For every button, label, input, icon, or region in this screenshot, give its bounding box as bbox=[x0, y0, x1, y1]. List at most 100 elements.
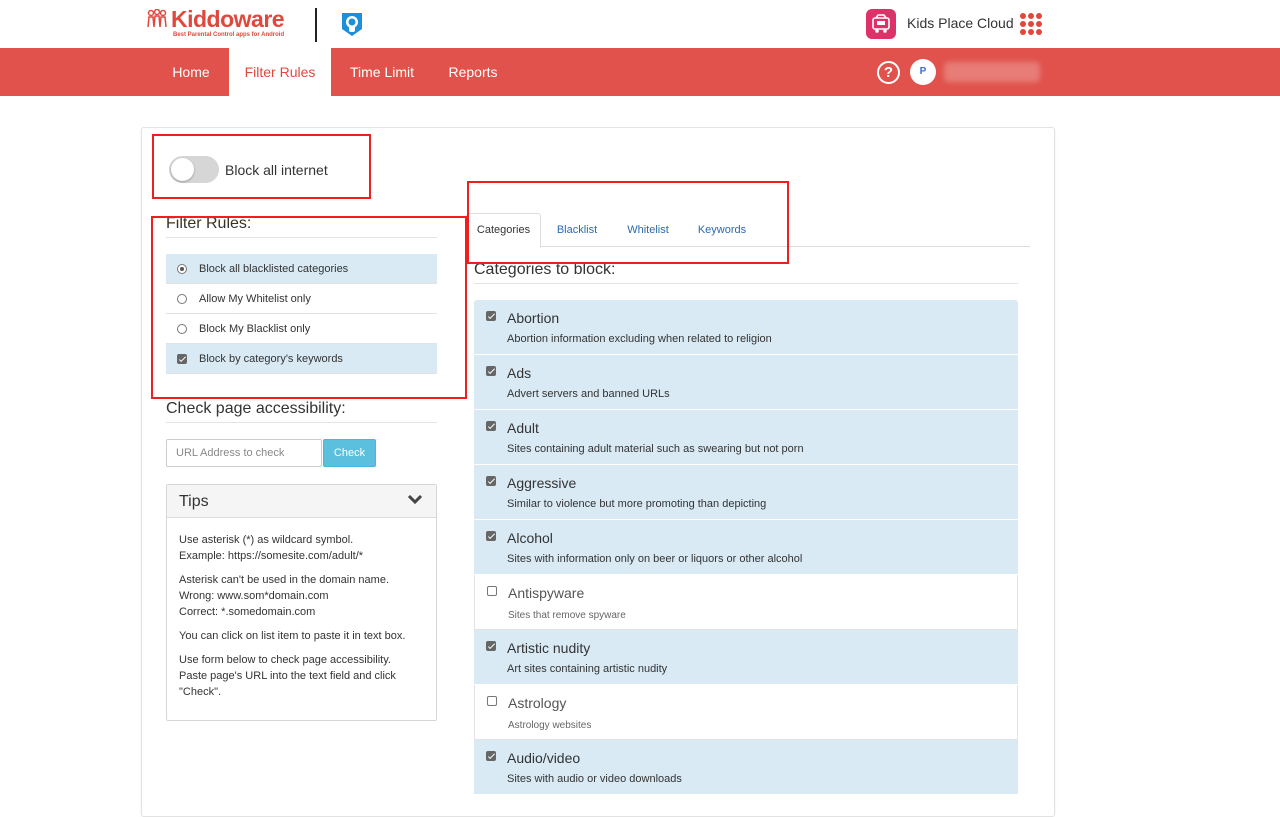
tips-panel: Tips Use asterisk (*) as wildcard symbol… bbox=[166, 484, 437, 721]
checkbox-checked[interactable] bbox=[177, 354, 187, 364]
rule-option-label: Block by category's keywords bbox=[199, 353, 343, 365]
tip-line: Use asterisk (*) as wildcard symbol. bbox=[179, 534, 354, 546]
url-check-input[interactable] bbox=[166, 439, 322, 467]
help-icon[interactable]: ? bbox=[877, 61, 900, 84]
category-description: Sites that remove spyware bbox=[508, 610, 626, 621]
brand-name: Kiddoware bbox=[171, 6, 285, 32]
category-artistic-nudity[interactable]: Artistic nudity Art sites containing art… bbox=[474, 630, 1018, 685]
category-antispyware[interactable]: Antispyware Sites that remove spyware bbox=[474, 575, 1018, 630]
category-name: Adult bbox=[507, 420, 539, 436]
user-name-redacted[interactable] bbox=[944, 62, 1040, 82]
category-description: Advert servers and banned URLs bbox=[507, 388, 670, 400]
nav-item-home[interactable]: Home bbox=[155, 48, 227, 96]
tips-body: Use asterisk (*) as wildcard symbol. Exa… bbox=[179, 532, 429, 708]
radio-selected[interactable] bbox=[177, 264, 187, 274]
tip-line: Paste page's URL into the text field and… bbox=[179, 670, 396, 682]
category-audio-video[interactable]: Audio/video Sites with audio or video do… bbox=[474, 740, 1018, 795]
checkbox-checked[interactable] bbox=[486, 366, 496, 376]
toggle-knob bbox=[171, 158, 194, 181]
accessibility-title: Check page accessibility: bbox=[166, 400, 346, 417]
rule-option-label: Allow My Whitelist only bbox=[199, 293, 311, 305]
checkbox-checked[interactable] bbox=[486, 641, 496, 651]
brand-tagline: Best Parental Control apps for Android bbox=[173, 32, 285, 38]
category-name: Ads bbox=[507, 365, 532, 381]
checkbox-checked[interactable] bbox=[486, 751, 496, 761]
tip-line: Wrong: www.som*domain.com bbox=[179, 590, 329, 602]
category-alcohol[interactable]: Alcohol Sites with information only on b… bbox=[474, 520, 1018, 575]
nav-item-time-limit[interactable]: Time Limit bbox=[336, 48, 428, 96]
category-description: Art sites containing artistic nudity bbox=[507, 663, 668, 675]
tip-line: You can click on list item to paste it i… bbox=[179, 630, 406, 642]
category-name: Aggressive bbox=[507, 475, 577, 491]
category-name: Astrology bbox=[508, 695, 567, 711]
checkbox-unchecked[interactable] bbox=[487, 696, 497, 706]
filter-rules-divider bbox=[166, 237, 437, 238]
category-description: Sites with information only on beer or l… bbox=[507, 553, 803, 565]
rule-option-label: Block all blacklisted categories bbox=[199, 263, 349, 275]
tip-paragraph: You can click on list item to paste it i… bbox=[179, 628, 429, 644]
check-button[interactable]: Check bbox=[323, 439, 376, 467]
tip-paragraph: Use asterisk (*) as wildcard symbol. Exa… bbox=[179, 532, 429, 564]
category-name: Antispyware bbox=[508, 585, 585, 601]
tips-header[interactable]: Tips bbox=[167, 485, 436, 518]
tab-whitelist[interactable]: Whitelist bbox=[617, 213, 679, 247]
categories-divider bbox=[474, 283, 1018, 284]
accessibility-divider bbox=[166, 422, 437, 423]
rule-option-block-blacklisted[interactable]: Block all blacklisted categories bbox=[166, 254, 437, 284]
category-name: Audio/video bbox=[507, 750, 581, 766]
block-internet-toggle[interactable] bbox=[169, 156, 219, 183]
kiddoware-logo[interactable]: Kiddoware Best Parental Control apps for… bbox=[146, 6, 296, 42]
category-name: Abortion bbox=[507, 310, 560, 326]
tab-categories[interactable]: Categories bbox=[466, 213, 541, 248]
filter-rules-title: Filter Rules: bbox=[166, 215, 252, 232]
category-description: Astrology websites bbox=[508, 720, 592, 731]
rule-option-block-blacklist[interactable]: Block My Blacklist only bbox=[166, 314, 437, 344]
kids-place-cloud-icon[interactable] bbox=[866, 9, 896, 39]
checkbox-checked[interactable] bbox=[486, 476, 496, 486]
category-aggressive[interactable]: Aggressive Similar to violence but more … bbox=[474, 465, 1018, 520]
radio-unselected[interactable] bbox=[177, 294, 187, 304]
category-description: Similar to violence but more promoting t… bbox=[507, 498, 767, 510]
tip-line: Asterisk can't be used in the domain nam… bbox=[179, 574, 389, 586]
checkbox-unchecked[interactable] bbox=[487, 586, 497, 596]
category-name: Alcohol bbox=[507, 530, 553, 546]
rule-option-block-keywords[interactable]: Block by category's keywords bbox=[166, 344, 437, 374]
tip-line: Correct: *.somedomain.com bbox=[179, 606, 316, 618]
radio-unselected[interactable] bbox=[177, 324, 187, 334]
category-ads[interactable]: Ads Advert servers and banned URLs bbox=[474, 355, 1018, 410]
filter-rules-list: Block all blacklisted categories Allow M… bbox=[166, 254, 437, 374]
kids-place-app-icon[interactable] bbox=[337, 9, 367, 39]
nav-item-filter-rules[interactable]: Filter Rules bbox=[229, 48, 331, 96]
block-internet-label: Block all internet bbox=[225, 162, 328, 178]
top-bar: Kiddoware Best Parental Control apps for… bbox=[0, 0, 1280, 48]
logo-divider bbox=[315, 8, 317, 42]
category-astrology[interactable]: Astrology Astrology websites bbox=[474, 685, 1018, 740]
nav-item-reports[interactable]: Reports bbox=[437, 48, 509, 96]
categories-list: Abortion Abortion information excluding … bbox=[474, 300, 1018, 795]
tab-blacklist[interactable]: Blacklist bbox=[546, 213, 608, 247]
category-adult[interactable]: Adult Sites containing adult material su… bbox=[474, 410, 1018, 465]
tip-paragraph: Use form below to check page accessibili… bbox=[179, 652, 429, 700]
family-icon bbox=[147, 9, 167, 28]
category-description: Abortion information excluding when rela… bbox=[507, 333, 772, 345]
filter-tabs: Categories Blacklist Whitelist Keywords bbox=[466, 213, 1030, 248]
apps-grid-icon[interactable] bbox=[1020, 13, 1042, 35]
checkbox-checked[interactable] bbox=[486, 531, 496, 541]
category-name: Artistic nudity bbox=[507, 640, 591, 656]
tip-line: "Check". bbox=[179, 686, 222, 698]
checkbox-checked[interactable] bbox=[486, 421, 496, 431]
user-avatar[interactable]: P bbox=[910, 59, 936, 85]
category-description: Sites with audio or video downloads bbox=[507, 773, 682, 785]
rule-option-label: Block My Blacklist only bbox=[199, 323, 311, 335]
tab-keywords[interactable]: Keywords bbox=[689, 213, 755, 247]
kids-place-cloud-label[interactable]: Kids Place Cloud bbox=[907, 15, 1014, 31]
categories-title: Categories to block: bbox=[474, 261, 616, 278]
tips-title: Tips bbox=[179, 493, 209, 510]
rule-option-allow-whitelist[interactable]: Allow My Whitelist only bbox=[166, 284, 437, 314]
category-abortion[interactable]: Abortion Abortion information excluding … bbox=[474, 300, 1018, 355]
category-description: Sites containing adult material such as … bbox=[507, 443, 804, 455]
tip-line: Example: https://somesite.com/adult/* bbox=[179, 550, 364, 562]
tip-line: Use form below to check page accessibili… bbox=[179, 654, 391, 666]
chevron-down-icon[interactable] bbox=[407, 494, 423, 506]
checkbox-checked[interactable] bbox=[486, 311, 496, 321]
